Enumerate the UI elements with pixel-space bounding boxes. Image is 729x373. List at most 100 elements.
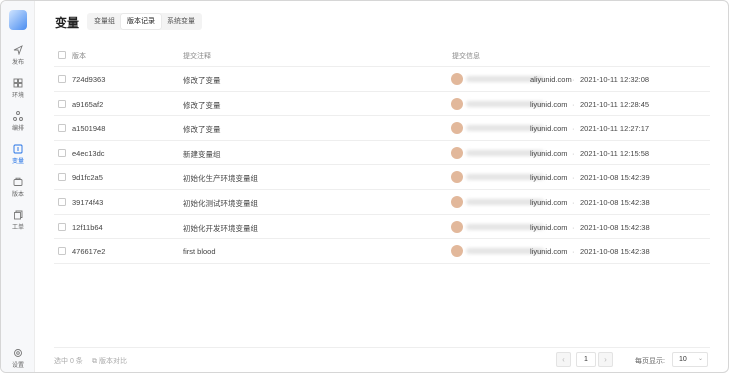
separator-dot: · [572,222,575,232]
table-row[interactable]: 476617e2 first blood liyunid.com · 2021-10-0… [54,239,710,264]
row-checkbox[interactable] [58,247,66,256]
sidebar-item-publish[interactable]: 发布 [1,45,35,66]
page-size-select[interactable]: 10 ⌄ [672,352,708,367]
sidebar-item-environment[interactable]: 环境 [1,78,35,99]
avatar [451,195,463,208]
selected-count: 选中 0 条 [54,358,83,365]
separator-dot: · [572,247,575,257]
row-checkbox[interactable] [58,75,66,83]
separator-dot: · [572,197,575,207]
sidebar-item-label: 工单 [11,225,24,231]
table-row[interactable]: 12f11b64 初始化开发环境变量组 liyunid.com · 2021-10-08… [54,215,710,240]
chevron-down-icon: ⌄ [697,356,703,362]
page-size-value: 10 [679,356,687,363]
sidebar-item-label: 发布 [11,60,24,66]
table-row[interactable]: 9d1fc2a5 初始化生产环境变量组 liyunid.com · 2021-10-08… [54,165,710,190]
app-logo [9,10,27,30]
chevron-left-icon: ‹ [562,355,565,364]
table-footer: 选中 0 条 ⧉ 版本对比 ‹ 1 › 每页显示: 10 ⌄ [54,347,710,371]
commit-note: 新建变量组 [183,149,221,159]
row-checkbox[interactable] [58,173,66,182]
commit-note: 修改了变量 [183,125,221,135]
main-content: 变量 变量组 版本记录 系统变量 版本 提交注释 提交信息 724d9363 修改… [36,1,728,372]
avatar [451,73,463,85]
chevron-right-icon: › [604,355,607,364]
table-row[interactable]: 39174f43 初始化测试环境变量组 liyunid.com · 2021-10-08… [54,190,710,215]
select-all-checkbox[interactable] [58,51,66,59]
commit-note: 初始化测试环境变量组 [183,198,258,208]
separator-dot: · [572,148,575,158]
variable-icon [13,144,23,154]
separator-dot: · [572,124,575,134]
column-header-note: 提交注释 [183,53,211,60]
separator-dot: · [572,75,575,84]
sidebar-item-variable[interactable]: 变量 [1,144,35,165]
previous-page-button[interactable]: ‹ [556,352,571,367]
table-row[interactable]: e4ec13dc 新建变量组 liyunid.com · 2021-10-11 12:1… [54,141,710,166]
sidebar-item-label: 变量 [11,159,24,165]
version-hash: 9d1fc2a5 [72,173,103,183]
commit-note: 修改了变量 [183,100,221,110]
table-header: 版本 提交注释 提交信息 [54,43,710,67]
compare-label: 版本对比 [98,358,127,365]
commit-time: 2021-10-08 15:42:39 [580,173,650,183]
avatar [451,146,463,159]
page-size-label: 每页显示: [635,358,665,365]
version-table: 版本 提交注释 提交信息 724d9363 修改了变量 aliyunid.com · 2… [54,43,710,264]
commit-note: 初始化生产环境变量组 [183,174,258,184]
version-hash: e4ec13dc [72,148,105,158]
page-title: 变量 [55,16,80,30]
sidebar-item-label: 设置 [11,363,24,369]
next-page-button[interactable]: › [598,352,613,367]
commit-time: 2021-10-08 15:42:38 [580,197,650,207]
compare-versions-button[interactable]: ⧉ 版本对比 [92,356,127,366]
committer-email: liyunid.com [530,148,568,158]
version-hash: a1501948 [72,124,106,134]
commit-note: 初始化开发环境变量组 [183,223,258,233]
table-row[interactable]: a1501948 修改了变量 liyunid.com · 2021-10-11 12:2… [54,116,710,141]
gear-icon [14,349,22,357]
sidebar-item-label: 编排 [11,126,24,132]
sidebar-item-label: 版本 [11,192,24,198]
version-hash: 39174f43 [72,197,104,207]
commit-time: 2021-10-11 12:32:08 [580,75,650,84]
sidebar-item-ticket[interactable]: 工单 [1,210,35,231]
table-row[interactable]: a9165af2 修改了变量 liyunid.com · 2021-10-11 12:2… [54,92,710,117]
row-checkbox[interactable] [58,148,66,157]
ticket-icon [14,210,23,220]
row-checkbox[interactable] [58,99,66,108]
row-checkbox[interactable] [58,197,66,206]
commit-time: 2021-10-08 15:42:38 [580,247,650,257]
commit-time: 2021-10-11 12:27:17 [580,124,650,134]
sidebar-item-orchestration[interactable]: 编排 [1,111,35,132]
avatar [451,97,463,110]
committer-email: liyunid.com [530,222,568,232]
tab-variable-group[interactable]: 变量组 [88,14,121,29]
tab-version-history[interactable]: 版本记录 [121,14,161,29]
row-checkbox[interactable] [58,222,66,231]
version-hash: a9165af2 [72,99,104,109]
avatar [451,220,463,233]
avatar [451,245,463,258]
current-page[interactable]: 1 [576,352,596,367]
sidebar-item-settings[interactable]: 设置 [1,348,35,369]
row-checkbox[interactable] [58,124,66,133]
commit-note: first blood [183,247,216,257]
column-header-info: 提交信息 [452,53,480,60]
orchestration-icon [13,111,23,121]
table-row[interactable]: 724d9363 修改了变量 aliyunid.com · 2021-10-11 12:… [54,67,710,92]
commit-note: 修改了变量 [183,76,221,85]
environment-icon [13,78,23,88]
sidebar: 发布 环境 编排 变量 版本 工单 设置 [1,1,35,372]
committer-email: liyunid.com [530,197,568,207]
commit-time: 2021-10-11 12:28:45 [580,99,650,109]
separator-dot: · [572,99,575,109]
tab-system-variable[interactable]: 系统变量 [161,14,201,29]
committer-email: liyunid.com [530,99,568,109]
version-hash: 476617e2 [72,247,106,257]
sidebar-item-version[interactable]: 版本 [1,177,35,198]
tab-bar: 变量组 版本记录 系统变量 [87,13,202,30]
column-header-version: 版本 [72,53,86,60]
commit-time: 2021-10-08 15:42:38 [580,222,650,232]
commit-time: 2021-10-11 12:15:58 [580,148,650,158]
